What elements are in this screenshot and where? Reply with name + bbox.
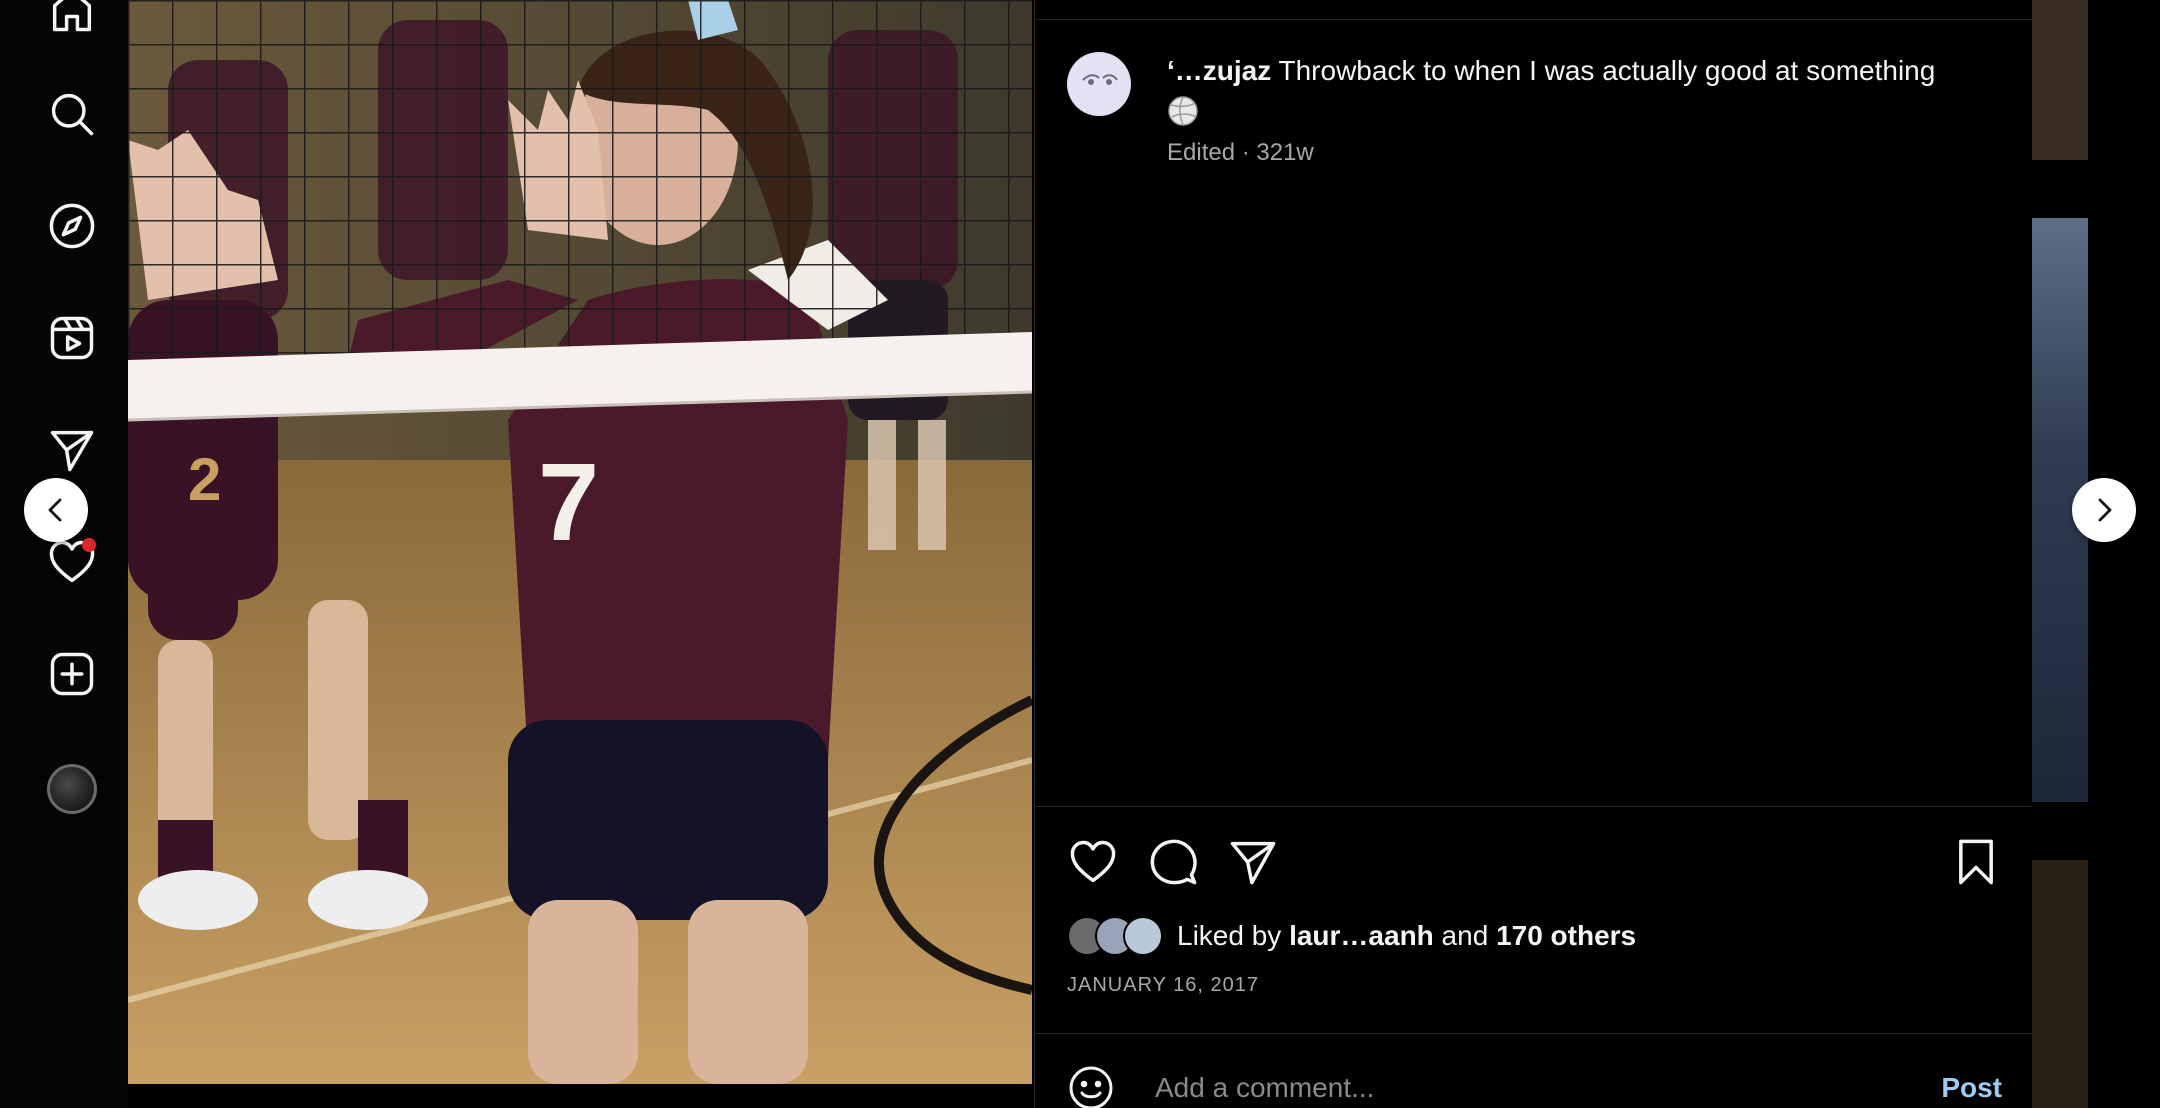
edited-label: Edited (1167, 139, 1236, 166)
post-age[interactable]: 321w (1256, 139, 1313, 166)
caption-meta: Edited · 321w (1167, 138, 1935, 168)
notification-dot (82, 538, 96, 552)
caption-row: ‘…zujaz Throwback to when I was actually… (1067, 52, 1992, 168)
background-jersey-number: 2 (188, 446, 221, 513)
search-icon[interactable] (44, 86, 100, 142)
liked-by-prefix: Liked by (1177, 920, 1290, 951)
author-avatar[interactable] (1067, 52, 1131, 116)
create-icon[interactable] (44, 646, 100, 702)
instagram-post-viewer: 2 7 ‘…zujaz Throwback to when I was actu… (0, 0, 2160, 1108)
reels-icon[interactable] (44, 310, 100, 366)
post-photo: 2 7 (128, 0, 1032, 1084)
next-post-preview-thumbnail (2032, 0, 2088, 160)
explore-icon[interactable] (44, 198, 100, 254)
post-date[interactable]: JANUARY 16, 2017 (1067, 974, 1259, 997)
liked-by-others[interactable]: 170 others (1496, 920, 1636, 951)
divider (1035, 806, 2032, 807)
left-nav-rail (0, 0, 128, 1108)
chevron-right-icon (2098, 498, 2112, 522)
divider (1035, 19, 2032, 20)
caption-text: Throwback to when I was actually good at… (1271, 55, 1936, 86)
jersey-number: 7 (538, 441, 599, 564)
post-comment-button[interactable]: Post (1941, 1072, 2002, 1104)
comment-row: Post (1067, 1062, 2002, 1108)
next-post-preview-thumbnail (2032, 860, 2088, 1108)
volleyball-emoji-icon (1167, 95, 1199, 127)
save-bookmark-icon[interactable] (1950, 836, 2002, 888)
likes-row: Liked by laur…aanh and 170 others (1067, 914, 1636, 958)
caption-body: ‘…zujaz Throwback to when I was actually… (1167, 52, 1935, 168)
liked-by-user[interactable]: laur…aanh (1289, 920, 1434, 951)
profile-avatar[interactable] (47, 764, 97, 814)
action-bar (1067, 836, 2002, 888)
next-post-button[interactable] (2072, 478, 2136, 542)
share-send-icon[interactable] (1227, 836, 1279, 888)
liked-by-mid: and (1433, 920, 1497, 951)
emoji-smiley-icon[interactable] (1067, 1064, 1115, 1108)
notifications-icon[interactable] (44, 534, 100, 590)
meta-separator: · (1235, 139, 1257, 166)
previous-post-button[interactable] (24, 478, 88, 542)
comment-bubble-icon[interactable] (1147, 836, 1199, 888)
messages-icon[interactable] (44, 422, 100, 478)
comment-input[interactable] (1153, 1071, 1942, 1105)
home-icon[interactable] (44, 0, 100, 38)
divider (1035, 1033, 2032, 1034)
post-detail-panel: ‘…zujaz Throwback to when I was actually… (1034, 0, 2032, 1108)
like-heart-icon[interactable] (1067, 836, 1119, 888)
likes-text: Liked by laur…aanh and 170 others (1177, 920, 1636, 952)
liker-avatar (1123, 916, 1163, 956)
liker-avatars[interactable] (1067, 914, 1167, 958)
author-username[interactable]: ‘…zujaz (1167, 55, 1271, 86)
chevron-left-icon (48, 498, 62, 522)
